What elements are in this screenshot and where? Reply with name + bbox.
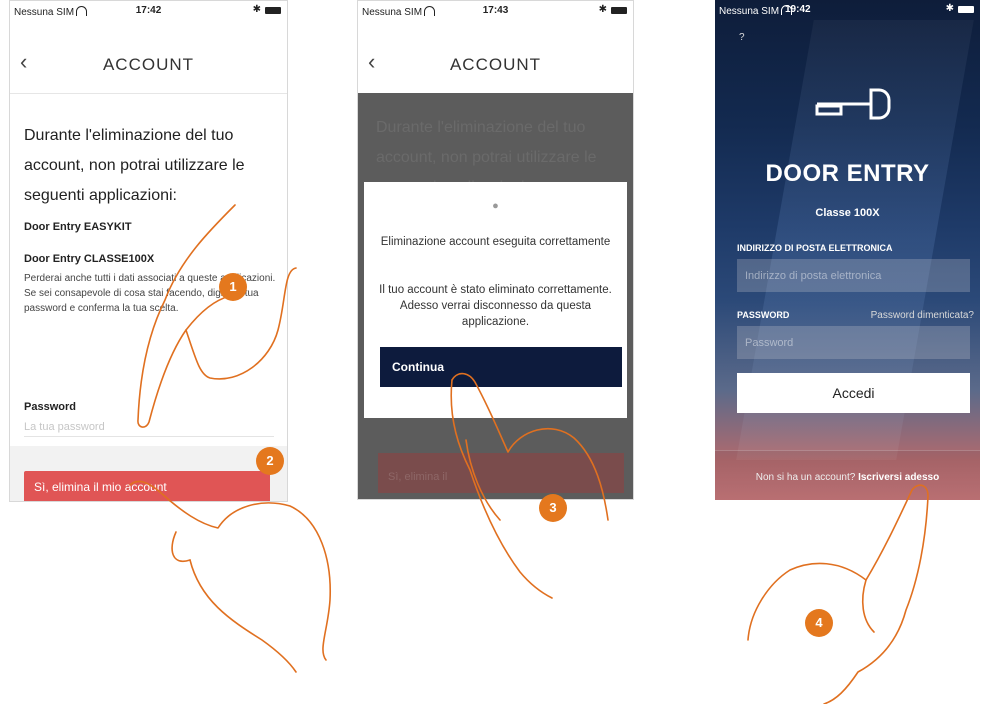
success-dialog: ● Eliminazione account eseguita corretta… [364,182,627,418]
hand-2-finger [171,531,191,563]
signup-link[interactable]: Iscriversi adesso [858,472,939,483]
carrier-label: Nessuna SIM [719,4,793,17]
screen-delete-confirmation: Nessuna SIM 17:43 ✱ ‹ ACCOUNT Durante l'… [357,0,634,500]
forgot-password-link[interactable]: Password dimenticata? [871,310,974,321]
login-button[interactable]: Accedi [737,373,970,413]
hand-4-finger [861,579,875,633]
app-subtitle: Classe 100X [815,207,880,219]
step-badge-3: 3 [539,494,567,522]
app-item-classe100x: Door Entry CLASSE100X [24,253,155,265]
delete-account-button[interactable]: Sì, elimina il mio account [24,471,270,501]
hand-2-outline [129,480,331,661]
password-label: PASSWORD [737,310,790,320]
status-bar: Nessuna SIM 17:42 ✱ [10,1,287,23]
email-label: INDIRIZZO DI POSTA ELETTRONICA [737,243,893,253]
status-time: 17:43 [482,5,509,16]
signup-text: Non si ha un account? Iscriversi adesso [715,472,980,483]
bluetooth-icon: ✱ [598,4,607,15]
dialog-body: Il tuo account è stato eliminato corrett… [379,284,612,328]
key-logo-icon [815,88,891,120]
email-input[interactable] [737,259,970,292]
app-item-easykit: Door Entry EASYKIT [24,221,132,233]
warning-heading: Durante l'eliminazione del tuo account, … [24,127,245,204]
status-bar: Nessuna SIM 19:42 ✱ [715,0,980,22]
signup-prompt: Non si ha un account? [755,472,856,483]
step-badge-4: 4 [805,609,833,637]
password-label: Password [24,401,76,413]
nav-bar: ‹ ACCOUNT [358,23,633,94]
hand-2-palm [189,559,297,673]
dialog-title: Eliminazione account eseguita correttame… [380,236,611,248]
app-brand-title: DOOR ENTRY [765,160,930,187]
continue-button[interactable]: Continua [380,347,622,387]
status-time: 17:42 [135,5,162,16]
help-icon[interactable]: ? [739,32,745,43]
battery-icon [265,7,281,14]
screen-delete-account: Nessuna SIM 17:42 ✱ ‹ ACCOUNT Durante l'… [9,0,288,502]
page-title: ACCOUNT [102,55,195,74]
password-input[interactable] [737,326,970,359]
bluetooth-icon: ✱ [252,4,261,15]
hand-4-outline [823,484,929,704]
battery-icon [958,6,974,13]
battery-icon [611,7,627,14]
step-badge-2: 2 [256,447,284,475]
page-title: ACCOUNT [449,55,542,74]
check-circle-icon: ● [492,200,499,212]
step-badge-1: 1 [219,273,247,301]
password-input[interactable] [24,418,274,437]
bluetooth-icon: ✱ [945,3,954,14]
dimmed-delete-button: Sì, elimina il [378,453,624,493]
screen-login: Nessuna SIM 19:42 ✱ ? DOOR ENTRY Classe … [715,0,980,500]
nav-bar: ‹ ACCOUNT [10,23,287,94]
status-bar: Nessuna SIM 17:43 ✱ [358,1,633,23]
